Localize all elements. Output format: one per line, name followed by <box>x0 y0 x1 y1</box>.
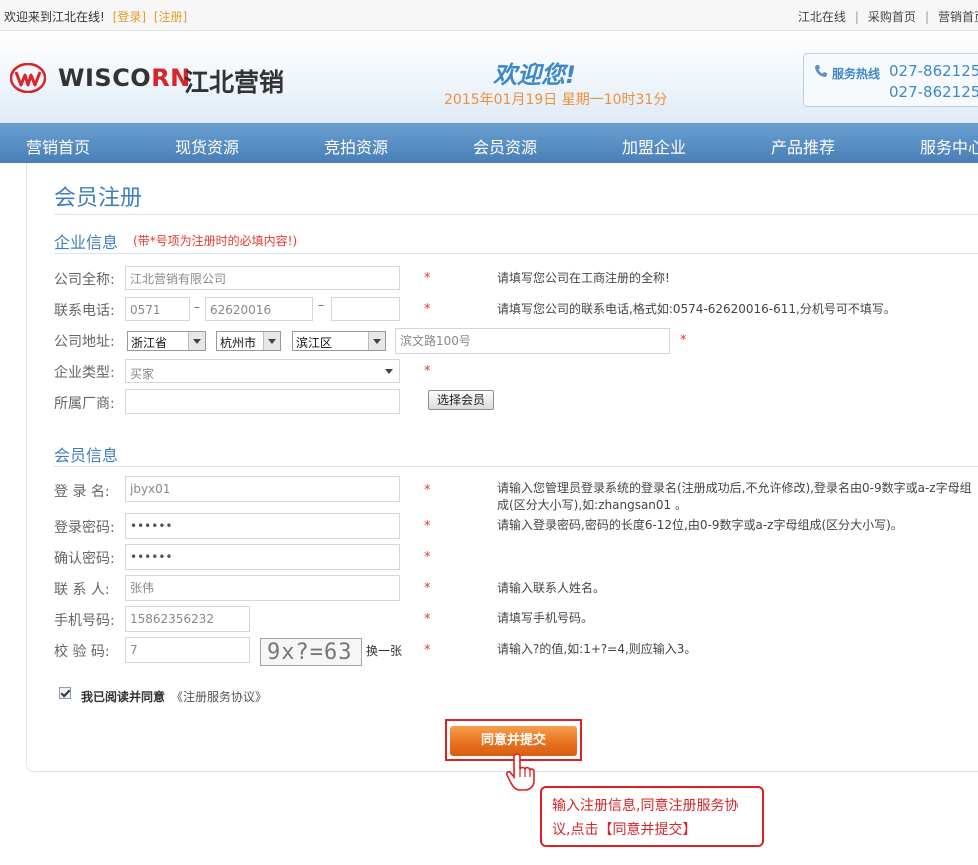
required-mark: * <box>424 302 431 317</box>
hotline-label: 服务热线 <box>832 67 881 81</box>
required-mark: * <box>424 612 431 627</box>
phone-number-input[interactable]: 62620016 <box>205 297 313 321</box>
city-select[interactable]: 杭州市 <box>216 331 281 351</box>
company-address-label: 公司地址: <box>54 334 115 350</box>
mobile-hint: 请填写手机号码。 <box>497 611 594 625</box>
province-select[interactable]: 浙江省 <box>127 331 206 351</box>
welcome-label: 欢迎来到江北在线! <box>4 10 105 24</box>
current-datetime: 2015年01月19日 星期一10时31分 <box>444 92 668 108</box>
chevron-down-icon <box>188 332 205 350</box>
vendor-label: 所属厂商: <box>54 396 115 412</box>
confirm-password-label: 确认密码: <box>54 551 115 567</box>
nav-item-auction-resources[interactable]: 竞拍资源 <box>324 134 388 158</box>
captcha-image[interactable]: 9x?=63 <box>260 638 362 666</box>
company-type-label: 企业类型: <box>54 365 115 381</box>
chevron-down-icon <box>263 332 280 350</box>
confirm-password-input[interactable]: •••••• <box>125 544 400 570</box>
district-select[interactable]: 滨江区 <box>292 331 386 351</box>
username-label: 登 录 名: <box>54 484 110 500</box>
company-phone-hint: 请填写您公司的联系电话,格式如:0574-62620016-611,分机号可不填… <box>497 302 896 316</box>
top-link-jiangbei-online[interactable]: 江北在线 <box>798 10 846 24</box>
chevron-down-icon <box>368 332 385 350</box>
required-mark: * <box>680 333 687 348</box>
password-label: 登录密码: <box>54 520 115 536</box>
required-mark: * <box>424 643 431 658</box>
agree-text: 我已阅读并同意 《注册服务协议》 <box>81 690 268 704</box>
password-input[interactable]: •••••• <box>125 513 400 539</box>
member-section-divider <box>54 466 978 467</box>
captcha-hint: 请输入?的值,如:1+?=4,则应输入3。 <box>497 642 697 656</box>
company-type-select[interactable]: 买家 <box>125 359 400 383</box>
captcha-input[interactable]: 7 <box>125 637 250 663</box>
nav-item-spot-resources[interactable]: 现货资源 <box>175 134 239 158</box>
top-links: 江北在线|采购首页|营销首页 <box>798 8 978 25</box>
agree-checkbox[interactable] <box>59 687 71 699</box>
registration-panel <box>26 163 978 772</box>
required-mark: * <box>424 519 431 534</box>
top-link-purchase-home[interactable]: 采购首页 <box>868 10 916 24</box>
username-hint: 请输入您管理员登录系统的登录名(注册成功后,不允许修改),登录名由0-9数字或a… <box>497 481 972 512</box>
logo-icon[interactable] <box>10 63 46 93</box>
chevron-down-icon <box>385 369 393 374</box>
login-link[interactable]: [登录] <box>113 10 146 24</box>
logo-text-en: WISCORN <box>58 64 191 92</box>
page-title: 会员注册 <box>54 186 143 211</box>
hotline-number-2: 027-86212595 <box>889 83 978 101</box>
welcome-heading: 欢迎您! <box>493 61 576 89</box>
protocol-link[interactable]: 《注册服务协议》 <box>171 690 267 704</box>
phone-ext-input[interactable] <box>331 297 400 321</box>
company-section-title: 企业信息 <box>54 233 119 252</box>
main-nav: 营销首页 现货资源 竞拍资源 会员资源 加盟企业 产品推荐 服务中心 <box>0 123 978 163</box>
welcome-text: 欢迎来到江北在线! [登录] [注册] <box>4 8 187 25</box>
hotline-box: 服务热线 027-86212568 027-86212595 <box>803 53 978 107</box>
required-mark: * <box>424 271 431 286</box>
required-mark: * <box>424 550 431 565</box>
nav-item-product-recommend[interactable]: 产品推荐 <box>771 134 835 158</box>
captcha-label: 校 验 码: <box>54 644 110 660</box>
title-divider <box>54 214 978 215</box>
instruction-callout: 输入注册信息,同意注册服务协议,点击【同意并提交】 <box>540 786 764 847</box>
phone-area-input[interactable]: 0571 <box>125 297 190 321</box>
register-link[interactable]: [注册] <box>154 10 187 24</box>
required-mark: * <box>424 581 431 596</box>
contact-label: 联 系 人: <box>54 582 110 598</box>
header: WISCORN 江北营销 欢迎您! 2015年01月19日 星期一10时31分 … <box>0 31 978 123</box>
nav-item-marketing-home[interactable]: 营销首页 <box>26 134 90 158</box>
street-address-input[interactable]: 滨文路100号 <box>395 328 670 354</box>
nav-item-service-center[interactable]: 服务中心 <box>920 134 978 158</box>
required-note: (带*号项为注册时的必填内容!) <box>133 234 298 248</box>
nav-item-member-resources[interactable]: 会员资源 <box>473 134 537 158</box>
mobile-input[interactable]: 15862356232 <box>125 606 250 632</box>
mobile-label: 手机号码: <box>54 613 115 629</box>
required-mark: * <box>424 483 431 498</box>
company-name-label: 公司全称: <box>54 272 115 288</box>
company-phone-label: 联系电话: <box>54 303 115 319</box>
logo-text-cn: 江北营销 <box>184 68 285 97</box>
top-bar: 欢迎来到江北在线! [登录] [注册] 江北在线|采购首页|营销首页 <box>0 0 978 31</box>
hand-pointer-icon <box>505 753 535 791</box>
member-section-title: 会员信息 <box>54 446 119 465</box>
required-mark: * <box>424 364 431 379</box>
hotline-number-1: 027-86212568 <box>889 62 978 80</box>
captcha-refresh-link[interactable]: 换一张 <box>366 642 402 659</box>
username-input[interactable]: jbyx01 <box>125 476 400 502</box>
phone-icon <box>815 65 827 77</box>
company-section-divider <box>54 253 978 254</box>
vendor-input[interactable] <box>125 389 400 414</box>
top-link-marketing-home[interactable]: 营销首页 <box>938 10 978 24</box>
company-name-input[interactable]: 江北营销有限公司 <box>125 266 400 290</box>
contact-input[interactable]: 张伟 <box>125 575 400 601</box>
choose-member-button[interactable]: 选择会员 <box>428 390 494 410</box>
password-hint: 请输入登录密码,密码的长度6-12位,由0-9数字或a-z字母组成(区分大小写)… <box>497 518 903 532</box>
contact-hint: 请输入联系人姓名。 <box>497 581 606 595</box>
nav-item-partner-companies[interactable]: 加盟企业 <box>622 134 686 158</box>
company-name-hint: 请填写您公司在工商注册的全称! <box>497 271 670 285</box>
